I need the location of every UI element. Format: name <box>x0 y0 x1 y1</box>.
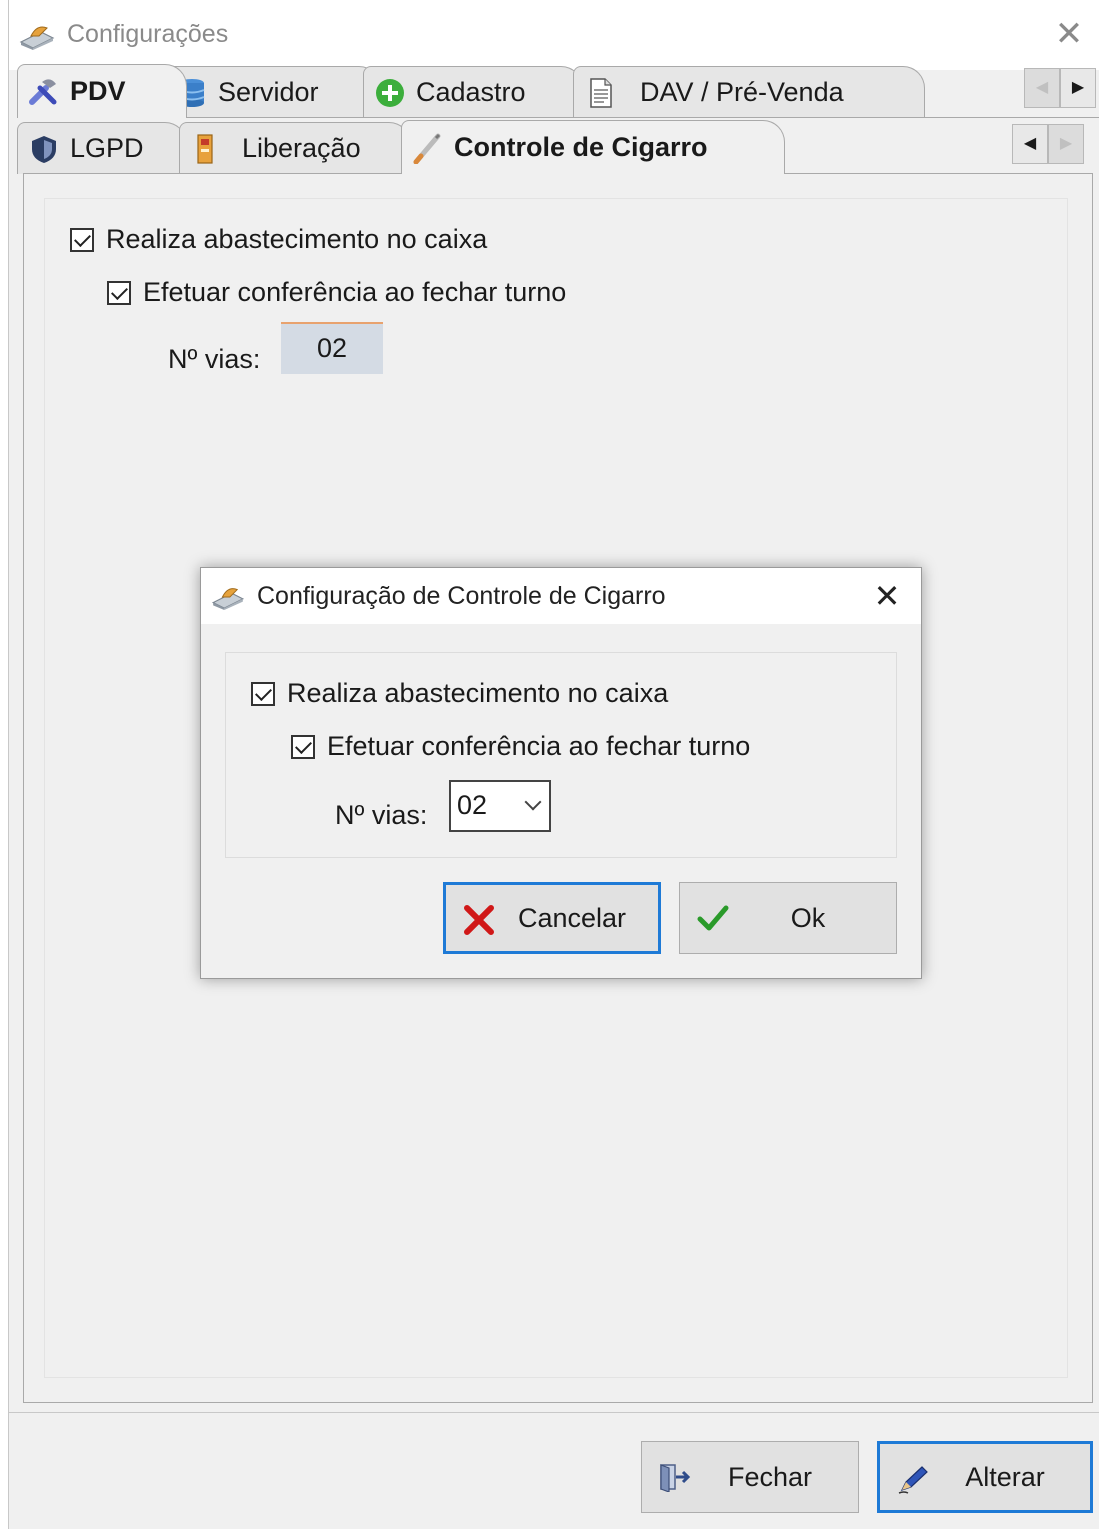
checkbox-checked-icon[interactable] <box>107 280 131 305</box>
tab-pdv[interactable]: PDV <box>17 64 187 118</box>
dialog-title-bar: Configuração de Controle de Cigarro ✕ <box>201 568 921 624</box>
ok-button[interactable]: Ok <box>679 882 897 954</box>
tab-cadastro[interactable]: Cadastro <box>363 66 583 118</box>
ok-label: Ok <box>790 902 826 933</box>
scroll-left-button[interactable]: ◀ <box>1012 124 1048 164</box>
tab-lgpd-label: LGPD <box>70 133 144 163</box>
fechar-label: Fechar <box>727 1461 813 1492</box>
tab-row-sub: LGPD Liberação Controle de Cigarro ◀ ▶ <box>17 120 1099 174</box>
alterar-button[interactable]: Alterar <box>877 1441 1093 1513</box>
scroll-right-button[interactable]: ▶ <box>1060 68 1096 108</box>
checkbox-conferencia-label: Efetuar conferência ao fechar turno <box>143 277 567 307</box>
document-icon <box>590 77 612 108</box>
cigarette-icon <box>413 133 441 164</box>
dialog-title: Configuração de Controle de Cigarro <box>257 582 666 610</box>
tab-controle-de-cigarro[interactable]: Controle de Cigarro <box>401 120 785 174</box>
tab-liberacao-label: Liberação <box>242 133 361 163</box>
tab-servidor[interactable]: Servidor <box>165 66 381 118</box>
shield-icon <box>32 135 56 163</box>
close-icon[interactable]: ✕ <box>867 576 907 616</box>
tab-dav-label: DAV / Pré-Venda <box>640 77 844 107</box>
tab-controle-label: Controle de Cigarro <box>454 132 708 162</box>
checkbox-checked-icon[interactable] <box>251 681 275 706</box>
vias-select-value: 02 <box>457 790 488 820</box>
vias-select[interactable]: 02 <box>449 780 551 832</box>
close-icon[interactable]: ✕ <box>1049 14 1089 54</box>
window-title: Configurações <box>67 20 229 48</box>
app-icon <box>19 26 55 50</box>
title-bar: Configurações ✕ <box>9 0 1099 70</box>
vias-field[interactable]: 02 <box>281 322 383 374</box>
dialog-abastecimento-label: Realiza abastecimento no caixa <box>287 678 669 708</box>
dialog-conferencia-label: Efetuar conferência ao fechar turno <box>327 731 751 761</box>
tab-row-main: Servidor Cadastro DAV / Pré-Venda PDV ◀ … <box>17 64 1099 118</box>
scroll-left-button[interactable]: ◀ <box>1024 68 1060 108</box>
tools-icon <box>29 78 57 105</box>
tab-cadastro-label: Cadastro <box>416 77 526 107</box>
tab-pdv-label: PDV <box>70 76 126 106</box>
checkbox-efetuar-conferencia[interactable]: Efetuar conferência ao fechar turno <box>107 277 566 308</box>
tab-dav-pre-venda[interactable]: DAV / Pré-Venda <box>573 66 925 118</box>
tab-liberacao[interactable]: Liberação <box>179 122 411 174</box>
footer-divider <box>9 1412 1099 1413</box>
chevron-down-icon <box>524 793 542 811</box>
checkbox-realiza-abastecimento[interactable]: Realiza abastecimento no caixa <box>70 224 487 255</box>
vias-label: Nº vias: <box>168 344 261 374</box>
tab-scroll-row1: ◀ ▶ <box>1024 68 1096 108</box>
alterar-label: Alterar <box>965 1461 1045 1492</box>
checkbox-checked-icon[interactable] <box>291 734 315 759</box>
dialog-checkbox-realiza-abastecimento[interactable]: Realiza abastecimento no caixa <box>251 678 668 709</box>
checkbox-abastecimento-label: Realiza abastecimento no caixa <box>106 224 488 254</box>
dialog-checkbox-efetuar-conferencia[interactable]: Efetuar conferência ao fechar turno <box>291 731 750 762</box>
configuracao-cigarro-dialog: Configuração de Controle de Cigarro ✕ Re… <box>200 567 922 979</box>
dialog-vias-label: Nº vias: <box>335 800 428 830</box>
fechar-button[interactable]: Fechar <box>641 1441 859 1513</box>
release-icon <box>197 133 213 164</box>
cancelar-button[interactable]: Cancelar <box>443 882 661 954</box>
tab-lgpd[interactable]: LGPD <box>17 122 187 174</box>
tab-scroll-row2: ◀ ▶ <box>1012 124 1084 164</box>
cancelar-label: Cancelar <box>517 902 627 933</box>
tab-servidor-label: Servidor <box>218 77 319 107</box>
scroll-right-button[interactable]: ▶ <box>1048 124 1084 164</box>
checkbox-checked-icon[interactable] <box>70 227 94 252</box>
app-icon <box>211 588 245 610</box>
plus-circle-icon <box>376 78 404 107</box>
